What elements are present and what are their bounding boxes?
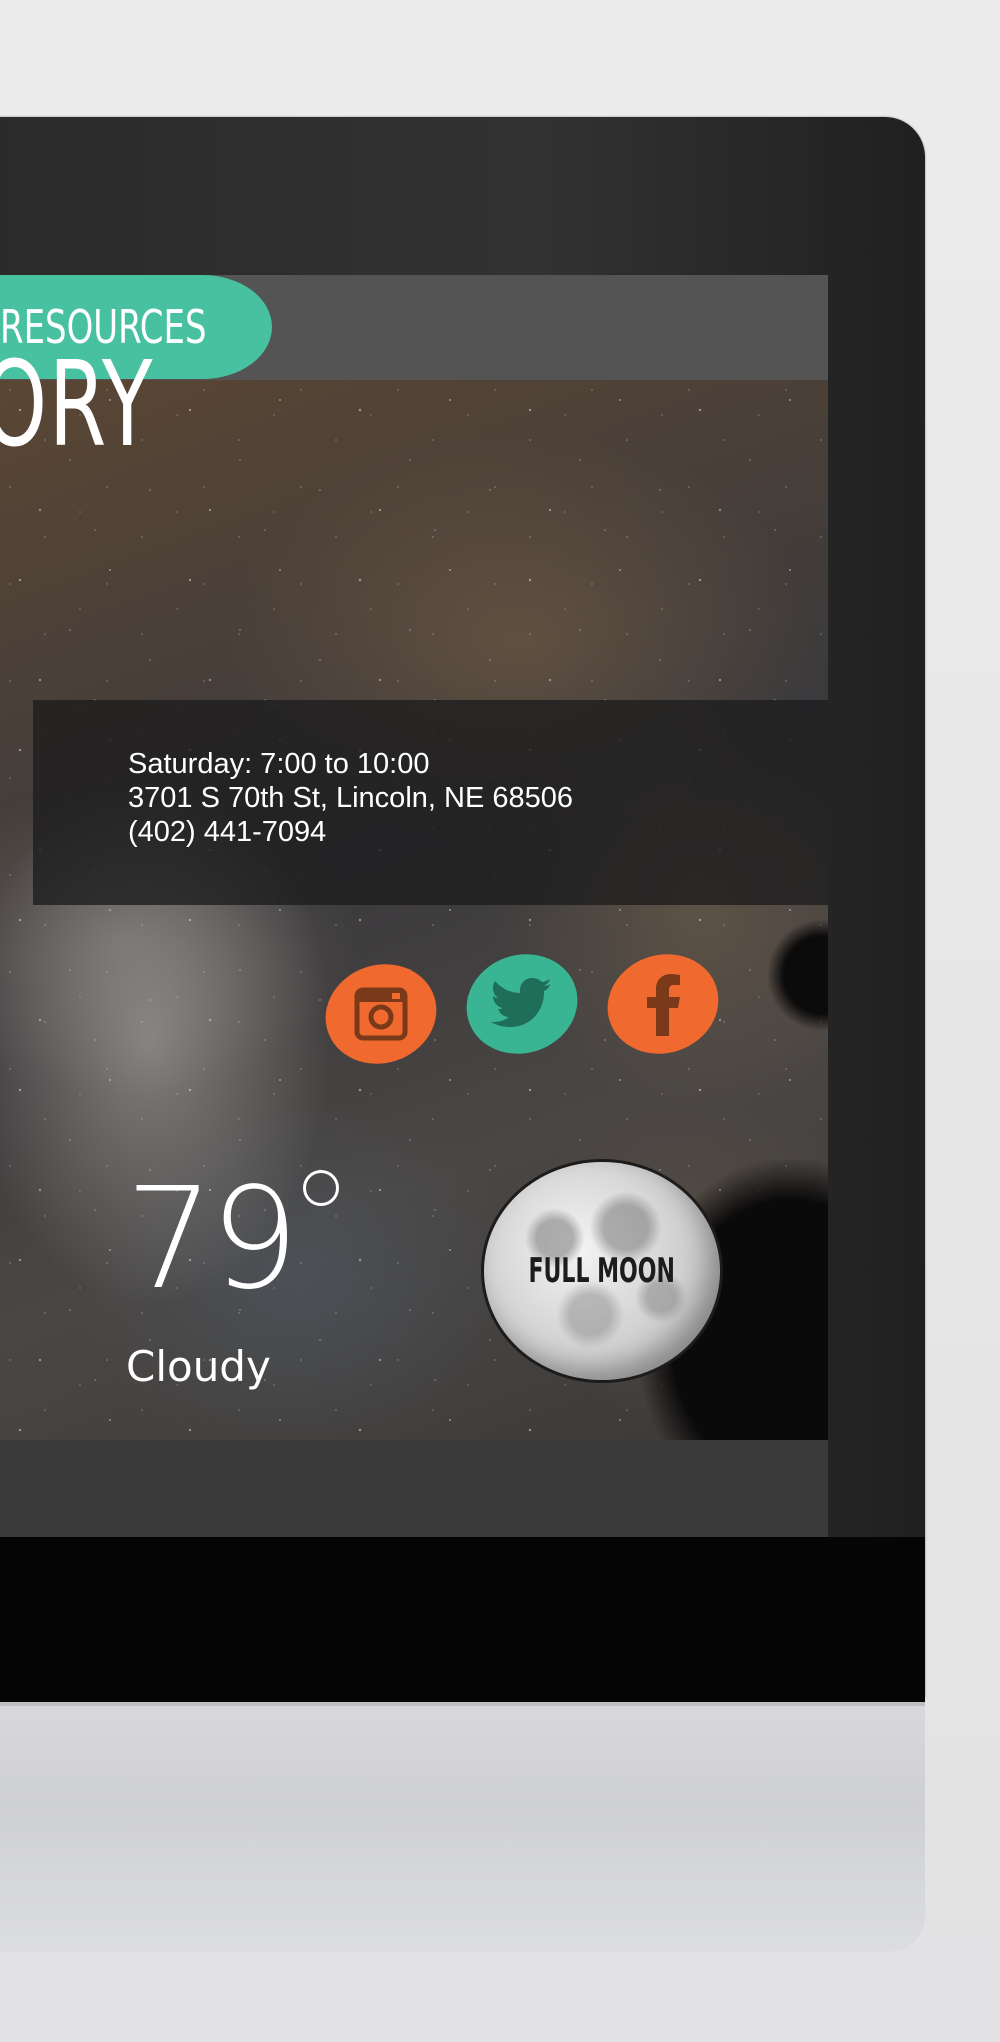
- phone-text[interactable]: (402) 441-7094: [128, 816, 326, 849]
- screen-footer-bar: [0, 1440, 828, 1537]
- hours-text: Saturday: 7:00 to 10:00: [128, 748, 430, 780]
- page-title: ORY: [0, 335, 155, 473]
- address-text[interactable]: 3701 S 70th St, Lincoln, NE 68506: [128, 782, 573, 815]
- moon-phase-widget: FULL MOON: [484, 1162, 720, 1380]
- facebook-icon: [647, 974, 680, 1036]
- weather-condition: Cloudy: [126, 1342, 271, 1391]
- degree-symbol: [303, 1170, 339, 1206]
- instagram-icon: [354, 987, 408, 1041]
- twitter-icon: [491, 978, 551, 1027]
- dark-nebula-small: [768, 920, 828, 1030]
- monitor-chin: [0, 1702, 925, 1952]
- temperature-value: 79: [125, 1158, 299, 1321]
- monitor-bottom-bezel: [0, 1537, 925, 1702]
- info-panel: Saturday: 7:00 to 10:00 3701 S 70th St, …: [33, 700, 828, 905]
- moon-phase-label: FULL MOON: [528, 1251, 676, 1291]
